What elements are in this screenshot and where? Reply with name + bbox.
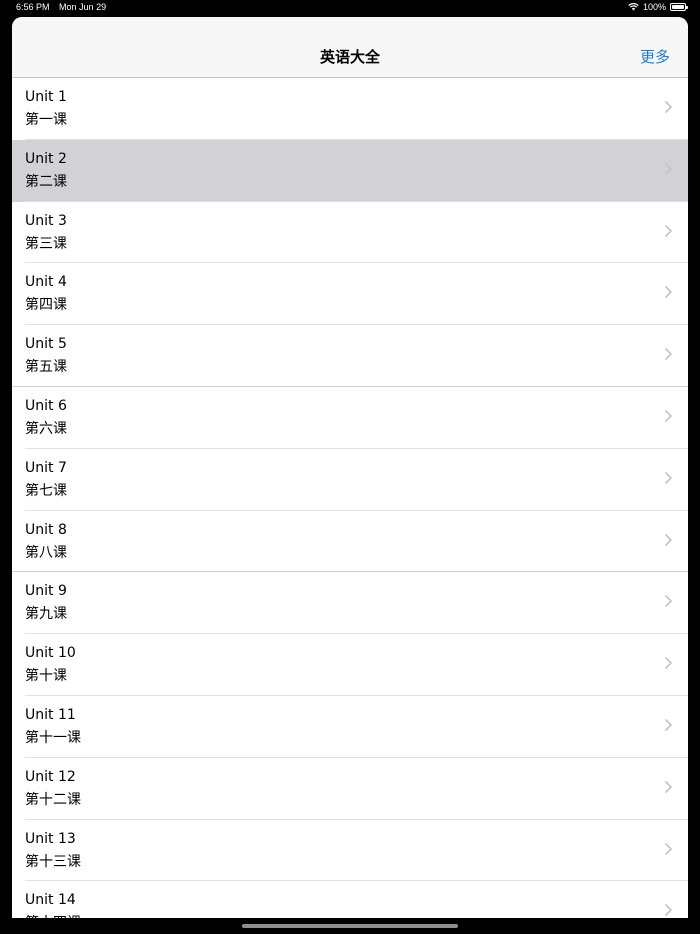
chevron-right-icon	[665, 101, 672, 113]
lesson-row[interactable]: Unit 14 第十四课	[12, 881, 688, 918]
lesson-title: Unit 3	[25, 212, 67, 229]
battery-fill	[672, 5, 684, 9]
lesson-subtitle: 第十一课	[25, 729, 81, 746]
status-time: 6:56 PM	[16, 2, 50, 12]
chevron-right-icon	[665, 657, 672, 669]
lesson-row[interactable]: Unit 4 第四课	[12, 263, 688, 326]
lesson-row[interactable]: Unit 11 第十一课	[12, 695, 688, 758]
lesson-subtitle: 第五课	[25, 359, 67, 376]
lesson-subtitle: 第二课	[25, 173, 67, 190]
chevron-right-icon	[665, 348, 672, 360]
lesson-row[interactable]: Unit 1 第一课	[12, 78, 688, 140]
lesson-title: Unit 14	[25, 892, 76, 909]
chevron-right-icon	[665, 904, 672, 917]
lesson-subtitle: 第六课	[25, 420, 67, 437]
lesson-row[interactable]: Unit 10 第十课	[12, 634, 688, 696]
lesson-subtitle: 第一课	[25, 112, 67, 128]
lesson-row[interactable]: Unit 12 第十二课	[12, 757, 688, 820]
status-bar: 6:56 PM Mon Jun 29 100%	[0, 0, 700, 16]
status-left: 6:56 PM Mon Jun 29	[16, 2, 113, 12]
more-button[interactable]: 更多	[640, 46, 670, 67]
chevron-right-icon	[665, 842, 672, 855]
lesson-row[interactable]: Unit 2 第二课	[12, 139, 688, 202]
lesson-row[interactable]: Unit 5 第五课	[12, 325, 688, 387]
chevron-right-icon	[665, 410, 672, 422]
home-indicator[interactable]	[242, 924, 458, 928]
lesson-title: Unit 2	[25, 150, 67, 167]
lesson-subtitle: 第三课	[25, 235, 67, 252]
lesson-row[interactable]: Unit 13 第十三课	[12, 819, 688, 882]
chevron-right-icon	[665, 533, 672, 546]
chevron-right-icon	[665, 471, 672, 484]
lesson-row[interactable]: Unit 6 第六课	[12, 386, 688, 449]
battery-icon	[670, 3, 688, 11]
lesson-title: Unit 6	[25, 397, 67, 414]
lesson-subtitle: 第七课	[25, 482, 67, 499]
chevron-right-icon	[665, 780, 672, 793]
lesson-subtitle: 第十二课	[25, 791, 81, 808]
lesson-subtitle: 第十四课	[25, 912, 81, 918]
lesson-row[interactable]: Unit 9 第九课	[12, 572, 688, 635]
lesson-row[interactable]: Unit 8 第八课	[12, 510, 688, 573]
lesson-title: Unit 5	[25, 336, 67, 353]
lesson-title: Unit 4	[25, 274, 67, 291]
lesson-title: Unit 8	[25, 521, 67, 538]
lesson-title: Unit 9	[25, 583, 67, 600]
page-title: 英语大全	[319, 48, 380, 66]
chevron-right-icon	[665, 595, 672, 608]
status-date: Mon Jun 29	[59, 2, 107, 12]
main-sheet: 英语大全 更多 Unit 1 第一课 Unit 2 第二课 Unit 3 第三课 Unit …	[12, 17, 688, 918]
lesson-subtitle: 第九课	[25, 606, 67, 623]
lesson-subtitle: 第十三课	[25, 853, 81, 870]
chevron-right-icon	[665, 719, 672, 731]
lesson-row[interactable]: Unit 3 第三课	[12, 201, 688, 264]
lesson-title: Unit 13	[25, 830, 76, 847]
chevron-right-icon	[665, 286, 672, 299]
lesson-title: Unit 11	[25, 706, 76, 723]
wifi-icon	[628, 3, 639, 11]
lesson-title: Unit 1	[25, 89, 67, 105]
battery-percent: 100%	[642, 2, 666, 12]
lesson-title: Unit 10	[25, 645, 76, 662]
lesson-subtitle: 第四课	[25, 297, 67, 314]
lesson-row[interactable]: Unit 7 第七课	[12, 448, 688, 511]
lesson-list: Unit 1 第一课 Unit 2 第二课 Unit 3 第三课 Unit 4 第四课 Unit…	[12, 78, 688, 918]
navigation-bar: 英语大全 更多	[12, 17, 688, 78]
lesson-subtitle: 第八课	[25, 544, 67, 561]
status-right: 100%	[628, 2, 688, 12]
chevron-right-icon	[665, 162, 672, 175]
lesson-title: Unit 12	[25, 768, 76, 785]
lesson-title: Unit 7	[25, 459, 67, 476]
lesson-subtitle: 第十课	[25, 668, 67, 685]
chevron-right-icon	[665, 224, 672, 237]
